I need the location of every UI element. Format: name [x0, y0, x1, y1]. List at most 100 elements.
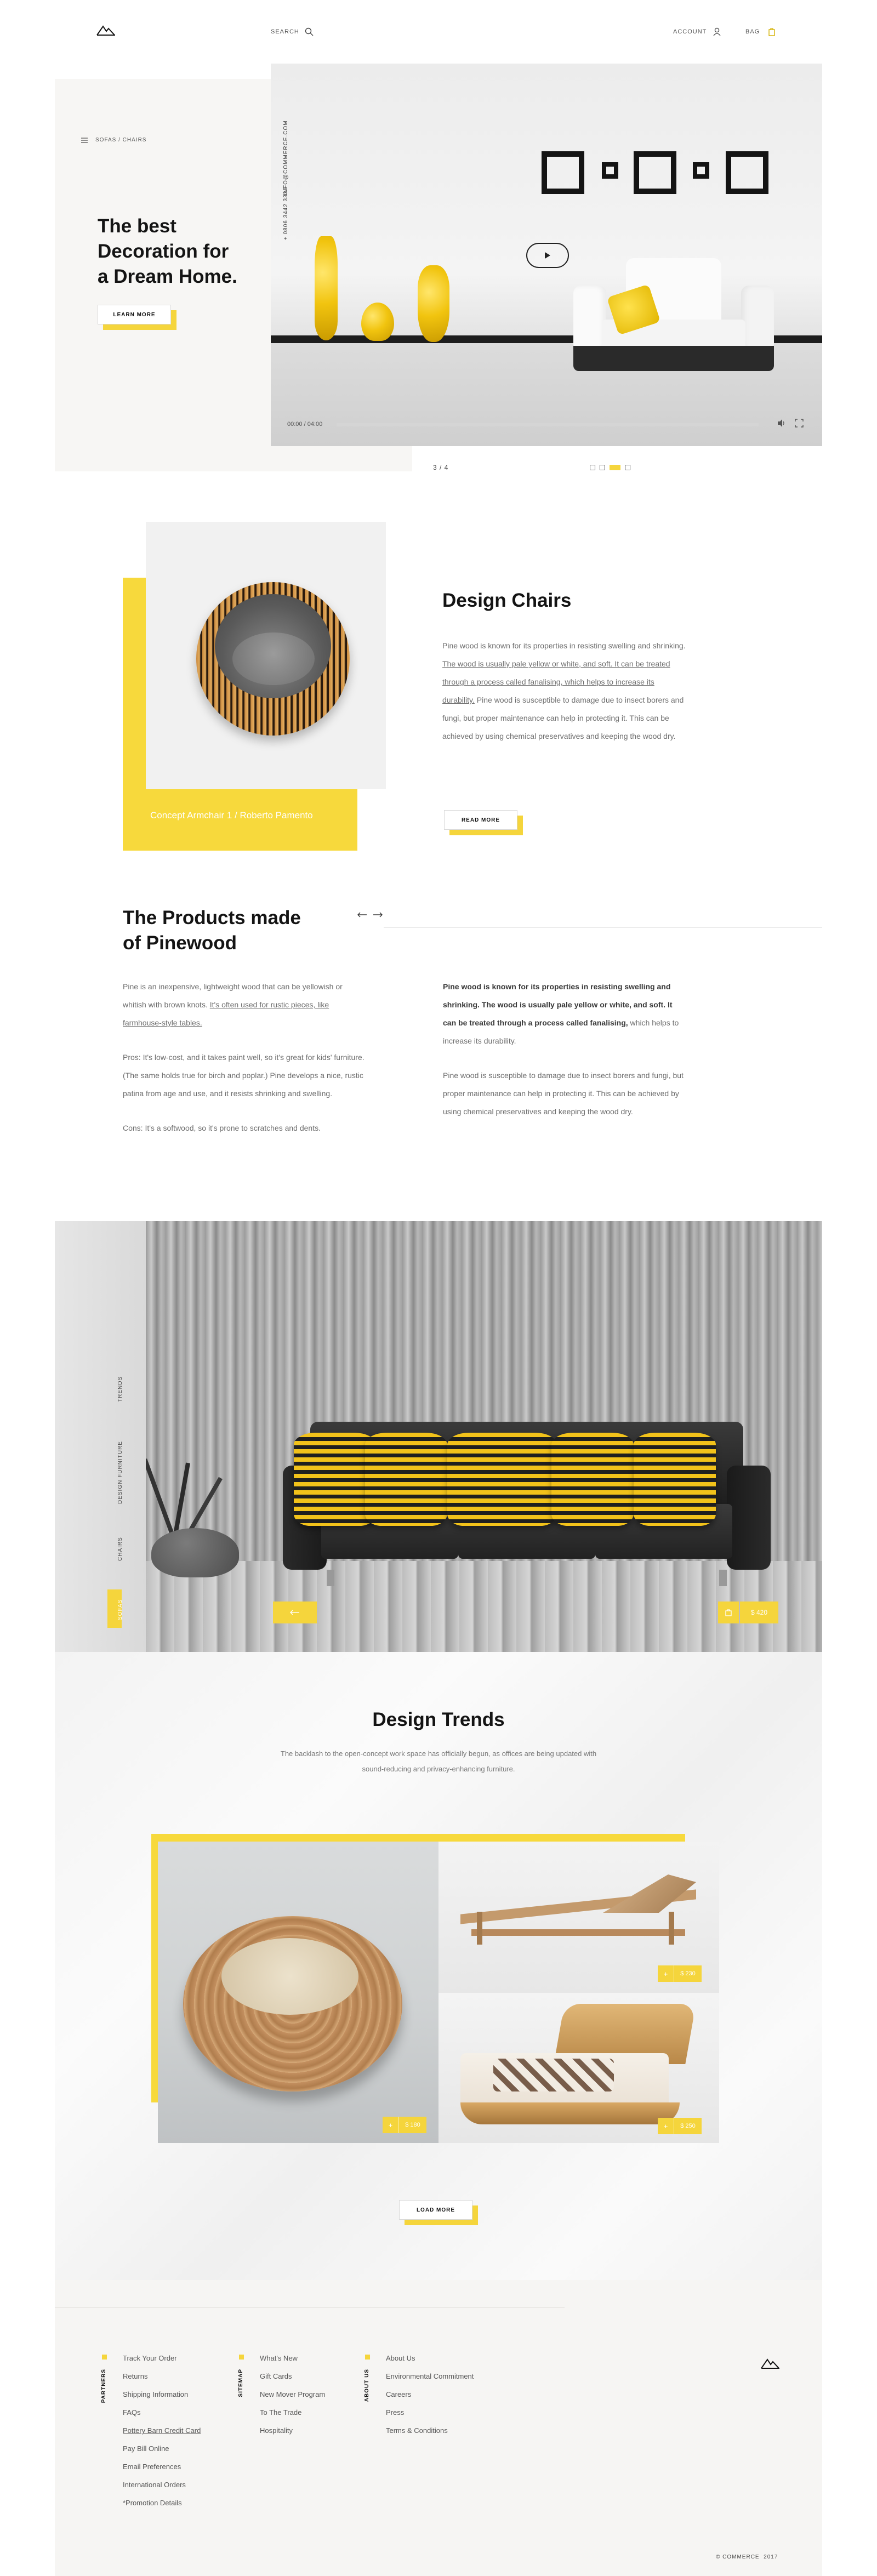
- chair-image-panel: [146, 522, 386, 789]
- bag-link[interactable]: BAG: [745, 27, 775, 36]
- tab-chairs[interactable]: CHAIRS: [117, 1537, 123, 1561]
- footer-list-sitemap: What's New Gift Cards New Mover Program …: [260, 2349, 325, 2440]
- paragraph: Pros: It's low-cost, and it takes paint …: [123, 1053, 365, 1098]
- trend-item-bed[interactable]: + $ 250: [438, 1993, 719, 2143]
- arrow-left-icon[interactable]: [357, 912, 367, 917]
- footer-link[interactable]: To The Trade: [260, 2403, 325, 2421]
- prev-slide-button[interactable]: [273, 1602, 317, 1623]
- video-time: 00:00 / 04:00: [287, 421, 323, 428]
- footer-link[interactable]: Environmental Commitment: [386, 2367, 474, 2385]
- tab-sofas[interactable]: SOFAS: [117, 1599, 123, 1620]
- footer-link[interactable]: *Promotion Details: [123, 2494, 201, 2512]
- load-more-button[interactable]: LOAD MORE: [399, 2200, 479, 2226]
- hero-title-line: a Dream Home.: [98, 266, 237, 287]
- cart-icon[interactable]: +: [658, 2118, 674, 2134]
- footer-link[interactable]: Shipping Information: [123, 2385, 201, 2403]
- wall-frame: [693, 162, 709, 179]
- learn-more-button[interactable]: LEARN MORE: [98, 305, 178, 331]
- striped-pillow: [365, 1433, 447, 1526]
- cart-icon: [725, 1609, 732, 1616]
- cart-icon[interactable]: +: [383, 2117, 399, 2133]
- paragraph: Cons: It's a softwood, so it's prone to …: [123, 1124, 321, 1132]
- paragraph-text: Pine wood is known for its properties in…: [442, 641, 686, 650]
- footer-link[interactable]: What's New: [260, 2349, 325, 2367]
- footer-link[interactable]: International Orders: [123, 2476, 201, 2494]
- footer-divider: [55, 2307, 565, 2308]
- wall-frame: [542, 151, 584, 194]
- footer-link[interactable]: Pottery Barn Credit Card: [123, 2421, 201, 2440]
- arrow-left-icon: [290, 1610, 299, 1615]
- tab-trends[interactable]: TRENDS: [117, 1376, 123, 1402]
- design-chairs-title: Design Chairs: [442, 590, 572, 611]
- footer-link[interactable]: Email Preferences: [123, 2458, 201, 2476]
- footer-link[interactable]: About Us: [386, 2349, 474, 2367]
- footer-heading-about: ABOUT US: [364, 2369, 370, 2402]
- footer-link[interactable]: Press: [386, 2403, 474, 2421]
- trend-item-large[interactable]: + $ 180: [158, 1842, 438, 2143]
- arrow-right-icon[interactable]: [373, 912, 383, 917]
- tab-design-furniture[interactable]: DESIGN FURNITURE: [117, 1441, 123, 1504]
- mountain-logo-icon: [761, 2358, 779, 2369]
- footer-link[interactable]: FAQs: [123, 2403, 201, 2421]
- chair-caption: Concept Armchair 1 / Roberto Pamento: [150, 810, 313, 820]
- account-link[interactable]: ACCOUNT: [673, 27, 721, 36]
- striped-pillow: [551, 1433, 634, 1526]
- search-link[interactable]: SEARCH: [271, 27, 314, 36]
- trend-item-lounger[interactable]: + $ 230: [438, 1842, 719, 1993]
- footer-link[interactable]: New Mover Program: [260, 2385, 325, 2403]
- paragraph: Pine wood is known for its properties in…: [443, 978, 687, 1050]
- footer-link[interactable]: Terms & Conditions: [386, 2421, 474, 2440]
- wooden-bed-image: [460, 2004, 696, 2130]
- play-button[interactable]: [526, 243, 569, 268]
- yellow-vase: [361, 303, 394, 341]
- footer-heading-partners: PARTNERS: [101, 2369, 107, 2403]
- slide-dot[interactable]: [625, 465, 630, 470]
- cart-icon[interactable]: +: [658, 1965, 674, 1982]
- contact-phone[interactable]: + 0806 3442 3336: [283, 187, 289, 240]
- slide-dots[interactable]: [590, 465, 630, 470]
- price-value: $ 250: [674, 2118, 702, 2134]
- subtitle-line: sound-reducing and privacy-enhancing fur…: [362, 1765, 515, 1773]
- read-more-button[interactable]: READ MORE: [444, 810, 524, 836]
- black-leather-sofa: [283, 1422, 771, 1586]
- potted-plant: [146, 1457, 244, 1577]
- products-title: The Products made of Pinewood: [123, 905, 301, 956]
- contact-email[interactable]: INFO@COMMERCE.COM: [283, 120, 289, 195]
- hero-living-room-image: INFO@COMMERCE.COM + 0806 3442 3336 00:00…: [271, 64, 822, 446]
- volume-icon[interactable]: [777, 419, 786, 430]
- video-progress-bar[interactable]: [337, 423, 759, 426]
- fullscreen-icon[interactable]: [795, 419, 804, 430]
- price-tag[interactable]: + $ 250: [658, 2118, 702, 2134]
- slide-dot[interactable]: [590, 465, 595, 470]
- footer-logo[interactable]: [761, 2358, 779, 2369]
- add-to-cart-button[interactable]: [718, 1602, 739, 1623]
- yellow-vase: [418, 265, 449, 342]
- mountain-logo-icon: [96, 25, 115, 36]
- footer-link[interactable]: Track Your Order: [123, 2349, 201, 2367]
- price-value: $ 180: [399, 2117, 426, 2133]
- slide-counter: 3 / 4: [433, 464, 449, 471]
- white-armchair: [573, 258, 774, 371]
- footer-link[interactable]: Gift Cards: [260, 2367, 325, 2385]
- footer-link[interactable]: Careers: [386, 2385, 474, 2403]
- footer-link[interactable]: Returns: [123, 2367, 201, 2385]
- footer-link[interactable]: Pay Bill Online: [123, 2440, 201, 2458]
- brand-logo[interactable]: [96, 25, 115, 36]
- price-tag[interactable]: + $ 180: [383, 2117, 426, 2133]
- striped-pillow: [447, 1433, 557, 1526]
- striped-pillow: [294, 1433, 376, 1526]
- price-tag[interactable]: + $ 230: [658, 1965, 702, 1982]
- bag-label: BAG: [745, 29, 760, 35]
- search-label: SEARCH: [271, 29, 299, 35]
- footer-list-partners: Track Your Order Returns Shipping Inform…: [123, 2349, 201, 2512]
- footer-accent-dot: [239, 2355, 244, 2360]
- breadcrumb[interactable]: SOFAS / CHAIRS: [81, 137, 146, 143]
- products-col2: Pine wood is known for its properties in…: [443, 978, 687, 1121]
- menu-icon: [81, 137, 88, 143]
- products-col1: Pine is an inexpensive, lightweight wood…: [123, 978, 367, 1137]
- arrow-controls[interactable]: [357, 912, 383, 917]
- slide-dot[interactable]: [600, 465, 605, 470]
- footer-link[interactable]: Hospitality: [260, 2421, 325, 2440]
- play-icon: [545, 252, 550, 259]
- slide-dot-active[interactable]: [610, 465, 620, 470]
